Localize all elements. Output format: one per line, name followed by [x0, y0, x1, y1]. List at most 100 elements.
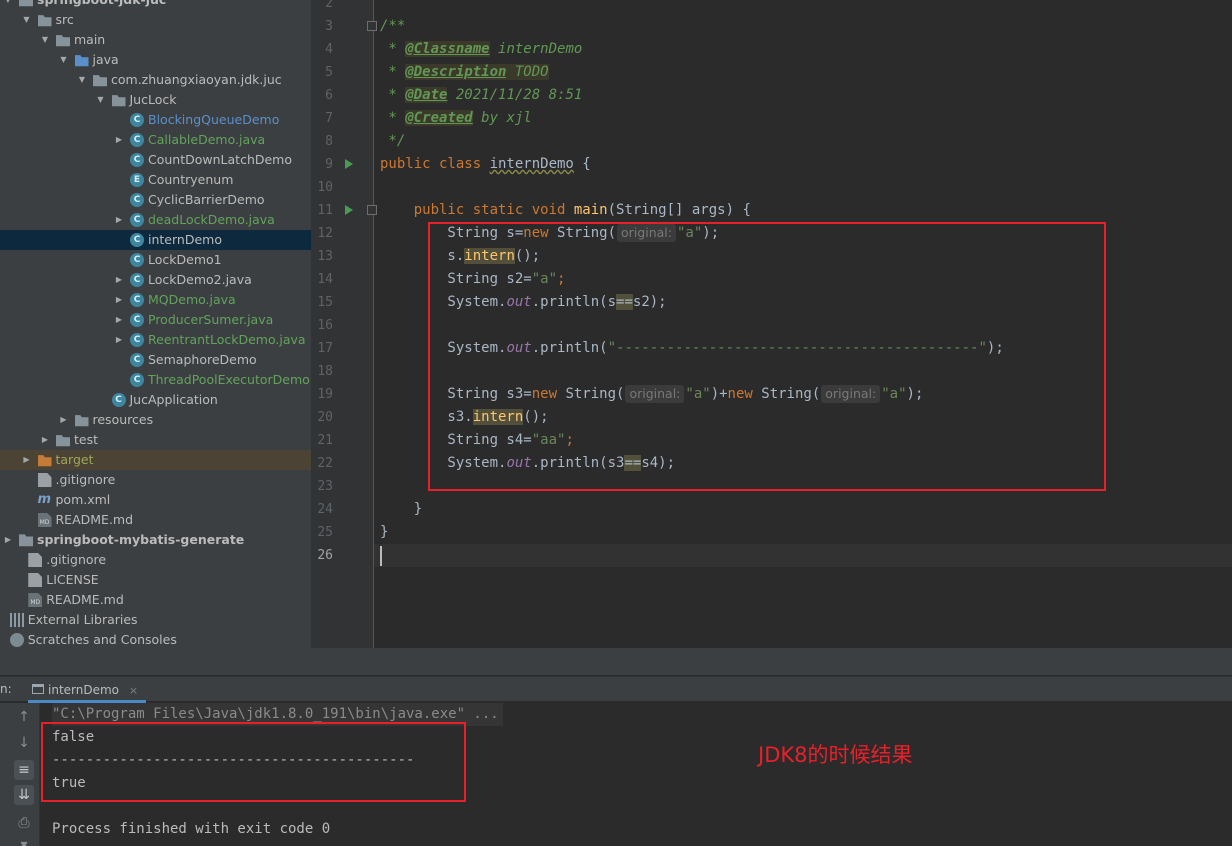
tree-item[interactable]: ▶ resources: [0, 410, 311, 430]
tree-item[interactable]: C ThreadPoolExecutorDemo: [0, 370, 311, 390]
tree-item[interactable]: ▼ JucLock: [0, 90, 311, 110]
tree-item-label: .gitignore: [55, 472, 116, 487]
expand-arrow-icon[interactable]: ▶: [113, 330, 125, 350]
expand-arrow-icon[interactable]: ▶: [113, 270, 125, 290]
tree-item[interactable]: LICENSE: [0, 570, 311, 590]
class-icon: C: [130, 233, 144, 247]
tree-item[interactable]: .gitignore: [0, 550, 311, 570]
console-tab-icon: [32, 684, 44, 694]
tree-item[interactable]: C SemaphoreDemo: [0, 350, 311, 370]
tree-item-label: Countryenum: [148, 172, 234, 187]
tree-item[interactable]: C CountDownLatchDemo: [0, 150, 311, 170]
package-icon: [93, 75, 107, 87]
line-number: 20: [317, 410, 333, 425]
trash-icon[interactable]: ▾: [14, 835, 34, 846]
tree-item[interactable]: C JucApplication: [0, 390, 311, 410]
tree-item[interactable]: MD README.md: [0, 590, 311, 610]
collapse-arrow-icon[interactable]: ▼: [21, 10, 33, 30]
tree-item-label: JucApplication: [129, 392, 218, 407]
collapse-arrow-icon[interactable]: ▼: [2, 0, 14, 10]
editor-gutter: 2 3 4 5 6 7 8 9 10 11 12 13 14 15 16 17 18 19 20 21 22 23 24 25…: [311, 0, 377, 648]
tree-item[interactable]: m pom.xml: [0, 490, 311, 510]
code-line-4: * @Classname internDemo: [380, 41, 583, 57]
tree-item[interactable]: E Countryenum: [0, 170, 311, 190]
line-number: 9: [325, 157, 333, 172]
tree-item-label: com.zhuangxiaoyan.jdk.juc: [111, 72, 282, 87]
tree-item[interactable]: ▶ target: [0, 450, 311, 470]
expand-arrow-icon[interactable]: ▶: [2, 530, 14, 550]
arrow-down-icon[interactable]: ↓: [14, 733, 34, 753]
collapse-arrow-icon[interactable]: ▼: [76, 70, 88, 90]
run-tab-interndemo[interactable]: internDemo ×: [28, 677, 147, 703]
tree-item[interactable]: ▶ C MQDemo.java: [0, 290, 311, 310]
tree-item[interactable]: ▼ main: [0, 30, 311, 50]
md-icon: MD: [37, 513, 52, 527]
expand-arrow-icon[interactable]: ▶: [39, 430, 51, 450]
expand-arrow-icon[interactable]: ▶: [113, 210, 125, 230]
tree-item[interactable]: .gitignore: [0, 470, 311, 490]
tree-item[interactable]: C BlockingQueueDemo: [0, 110, 311, 130]
tree-item-label: External Libraries: [27, 612, 138, 627]
fold-marker-icon[interactable]: [367, 21, 377, 31]
print-icon[interactable]: ⎙: [14, 813, 34, 833]
tree-item[interactable]: ▶ C ProducerSumer.java: [0, 310, 311, 330]
collapse-arrow-icon[interactable]: ▼: [95, 90, 107, 110]
expand-arrow-icon[interactable]: ▶: [21, 450, 33, 470]
tree-item[interactable]: ▶ C ReentrantLockDemo.java: [0, 330, 311, 350]
expand-arrow-icon[interactable]: ▶: [113, 130, 125, 150]
tree-item-label: CyclicBarrierDemo: [148, 192, 265, 207]
tree-item[interactable]: ▶ CdeadLockDemo.java: [0, 210, 311, 230]
collapse-arrow-icon[interactable]: ▼: [58, 50, 70, 70]
tree-item[interactable]: Scratches and Consoles: [0, 630, 311, 650]
expand-arrow-icon[interactable]: ▶: [58, 410, 70, 430]
tree-item[interactable]: ▶ springboot-mybatis-generate: [0, 530, 311, 550]
tree-item[interactable]: ▶ C LockDemo2.java: [0, 270, 311, 290]
editor-run-splitter[interactable]: [0, 648, 1232, 675]
fold-marker-icon[interactable]: [367, 205, 377, 215]
output-highlight-box: [41, 722, 466, 802]
tree-item[interactable]: CinternDemo: [0, 230, 311, 250]
collapse-arrow-icon[interactable]: ▼: [39, 30, 51, 50]
line-number: 24: [317, 502, 333, 517]
tree-item-label: README.md: [46, 592, 124, 607]
class-icon: C: [130, 253, 144, 267]
arrow-up-icon[interactable]: ↑: [14, 707, 34, 727]
tree-item-label: pom.xml: [55, 492, 111, 507]
tree-item[interactable]: ▼ java: [0, 50, 311, 70]
line-number: 25: [317, 525, 333, 540]
run-gutter-icon[interactable]: [345, 159, 353, 169]
line-number: 21: [317, 433, 333, 448]
tree-item-label: README.md: [55, 512, 134, 527]
tree-item[interactable]: MD README.md: [0, 510, 311, 530]
folder-icon: [37, 15, 52, 27]
class-icon: C: [130, 293, 144, 307]
tree-item-label: ProducerSumer.java: [148, 312, 274, 327]
tree-item[interactable]: ▶ test: [0, 430, 311, 450]
line-number: 22: [317, 456, 333, 471]
tree-item[interactable]: C CyclicBarrierDemo: [0, 190, 311, 210]
scroll-to-end-icon[interactable]: ⇊: [14, 785, 34, 805]
code-editor[interactable]: 2 3 4 5 6 7 8 9 10 11 12 13 14 15 16 17 18 19 20 21 22 23 24 25…: [311, 0, 1232, 648]
close-icon[interactable]: ×: [129, 684, 138, 697]
tree-item-label: main: [74, 32, 106, 47]
tree-item[interactable]: C LockDemo1: [0, 250, 311, 270]
libraries-icon: [9, 613, 24, 627]
soft-wrap-icon[interactable]: ≡: [14, 760, 34, 780]
tree-item[interactable]: External Libraries: [0, 610, 311, 630]
class-icon: C: [130, 373, 144, 387]
code-line-8: */: [380, 133, 406, 149]
tree-item-label: java: [92, 52, 119, 67]
code-line-25: }: [380, 524, 389, 540]
tree-item-label: SemaphoreDemo: [148, 352, 257, 367]
console-output[interactable]: ↑ ↓ ≡ ⇊ ⎙ ▾ "C:\Program Files\Java\jdk1.…: [0, 703, 1232, 846]
tree-item[interactable]: ▼ com.zhuangxiaoyan.jdk.juc: [0, 70, 311, 90]
expand-arrow-icon[interactable]: ▶: [113, 290, 125, 310]
tree-item-label: LockDemo2.java: [148, 272, 252, 287]
run-gutter-icon[interactable]: [345, 205, 353, 215]
tree-item[interactable]: ▼ src: [0, 10, 311, 30]
code-line-3: /**: [380, 18, 406, 34]
tree-item[interactable]: ▶ C CallableDemo.java: [0, 130, 311, 150]
expand-arrow-icon[interactable]: ▶: [113, 310, 125, 330]
code-line-11: public static void main(String[] args) {: [380, 202, 751, 218]
tree-item[interactable]: ▼ springboot-jdk-juc: [0, 0, 311, 10]
